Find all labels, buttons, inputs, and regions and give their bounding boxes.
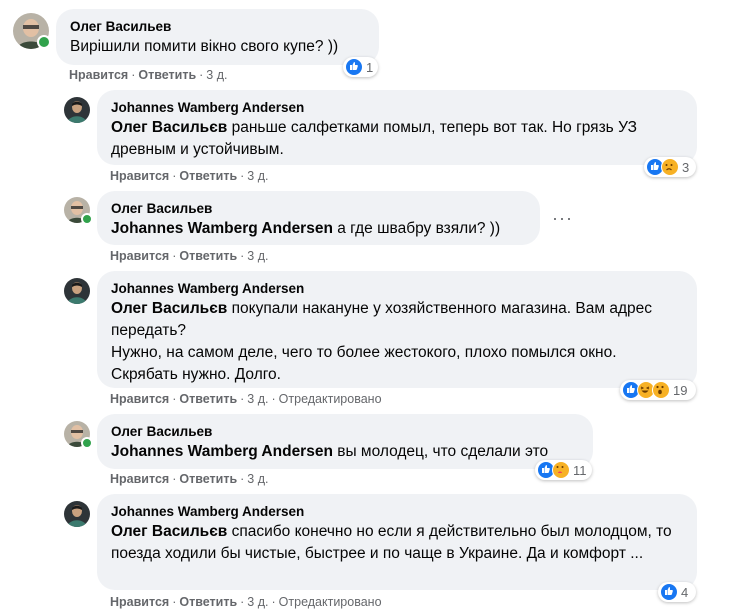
comment-text: Олег Васильєв покупали накануне у хозяйс…	[111, 300, 652, 383]
reaction-count: 4	[681, 584, 689, 600]
comment-bubble: Олег Васильев Johannes Wamberg Andersen …	[97, 191, 540, 245]
comment-actions: Нравится · Ответить · 3 д. · Отредактировано	[110, 595, 382, 609]
like-link[interactable]: Нравится	[69, 68, 128, 82]
reply-link[interactable]: Ответить	[179, 249, 237, 263]
comment-text: Johannes Wamberg Andersen вы молодец, чт…	[111, 443, 549, 460]
comment-author[interactable]: Johannes Wamberg Andersen	[111, 99, 683, 117]
like-link[interactable]: Нравится	[110, 595, 169, 609]
comment-actions: Нравится · Ответить · 3 д.	[110, 249, 269, 263]
more-options-icon[interactable]: ···	[552, 209, 573, 227]
reactions-summary[interactable]: 3	[644, 157, 696, 177]
comment-bubble: Johannes Wamberg Andersen Олег Васильєв …	[97, 271, 697, 388]
online-indicator	[81, 437, 93, 449]
timestamp[interactable]: 3 д.	[247, 595, 268, 609]
comment-bubble: Johannes Wamberg Andersen Олег Васильєв …	[97, 90, 697, 165]
comment-text: Вирішили помити вікно свого купе? ))	[70, 38, 339, 55]
timestamp[interactable]: 3 д.	[247, 169, 268, 183]
like-link[interactable]: Нравится	[110, 392, 169, 406]
mention-link[interactable]: Олег Васильєв	[111, 300, 227, 317]
comment-text: Олег Васильєв раньше салфеткaми помыл, т…	[111, 119, 637, 158]
edited-label: Отредактировано	[278, 392, 382, 406]
reaction-count: 3	[682, 159, 690, 175]
comment-author[interactable]: Johannes Wamberg Andersen	[111, 280, 683, 298]
mention-link[interactable]: Johannes Wamberg Andersen	[111, 220, 333, 237]
comment-bubble: Олег Васильев Johannes Wamberg Andersen …	[97, 414, 593, 469]
avatar-johannes[interactable]	[64, 97, 90, 123]
comment-bubble: Johannes Wamberg Andersen Олег Васильєв …	[97, 494, 697, 590]
reactions-summary[interactable]: 19	[620, 380, 696, 400]
reply-link[interactable]: Ответить	[179, 169, 237, 183]
comment-author[interactable]: Олег Васильев	[111, 200, 526, 218]
timestamp[interactable]: 3 д.	[206, 68, 227, 82]
comment-actions: Нравится · Ответить · 3 д.	[69, 68, 228, 82]
reaction-count: 19	[673, 382, 688, 398]
timestamp[interactable]: 3 д.	[247, 392, 268, 406]
reactions-summary[interactable]: 1	[343, 57, 378, 77]
comment-author[interactable]: Johannes Wamberg Andersen	[111, 503, 683, 521]
like-link[interactable]: Нравится	[110, 472, 169, 486]
reaction-count: 1	[366, 59, 374, 75]
comment-bubble: Олег Васильев Вирішили помити вікно свог…	[56, 9, 379, 65]
online-indicator	[37, 35, 51, 49]
like-link[interactable]: Нравится	[110, 249, 169, 263]
online-indicator	[81, 213, 93, 225]
comment-actions: Нравится · Ответить · 3 д.	[110, 169, 269, 183]
like-icon	[345, 58, 363, 76]
like-link[interactable]: Нравится	[110, 169, 169, 183]
reply-link[interactable]: Ответить	[179, 392, 237, 406]
mention-link[interactable]: Johannes Wamberg Andersen	[111, 443, 333, 460]
reactions-summary[interactable]: 4	[658, 582, 696, 602]
wow-icon	[652, 381, 670, 399]
mention-link[interactable]: Олег Васильєв	[111, 523, 227, 540]
reply-link[interactable]: Ответить	[179, 595, 237, 609]
timestamp[interactable]: 3 д.	[247, 249, 268, 263]
comment-actions: Нравится · Ответить · 3 д. · Отредактировано	[110, 392, 382, 406]
reactions-summary[interactable]: 11	[535, 460, 592, 480]
comment-text: Johannes Wamberg Andersen а где швабру в…	[111, 220, 501, 237]
sad-icon	[661, 158, 679, 176]
comment-actions: Нравится · Ответить · 3 д.	[110, 472, 269, 486]
comment-author[interactable]: Олег Васильев	[111, 423, 579, 441]
reply-link[interactable]: Ответить	[138, 68, 196, 82]
comment-author[interactable]: Олег Васильев	[70, 18, 365, 36]
care-icon	[552, 461, 570, 479]
reaction-count: 11	[573, 462, 587, 478]
avatar-johannes[interactable]	[64, 278, 90, 304]
comment-text: Олег Васильєв спасибо конечно но если я …	[111, 523, 672, 562]
mention-link[interactable]: Олег Васильєв	[111, 119, 227, 136]
avatar-johannes[interactable]	[64, 501, 90, 527]
reply-link[interactable]: Ответить	[179, 472, 237, 486]
like-icon	[660, 583, 678, 601]
timestamp[interactable]: 3 д.	[247, 472, 268, 486]
edited-label: Отредактировано	[278, 595, 382, 609]
